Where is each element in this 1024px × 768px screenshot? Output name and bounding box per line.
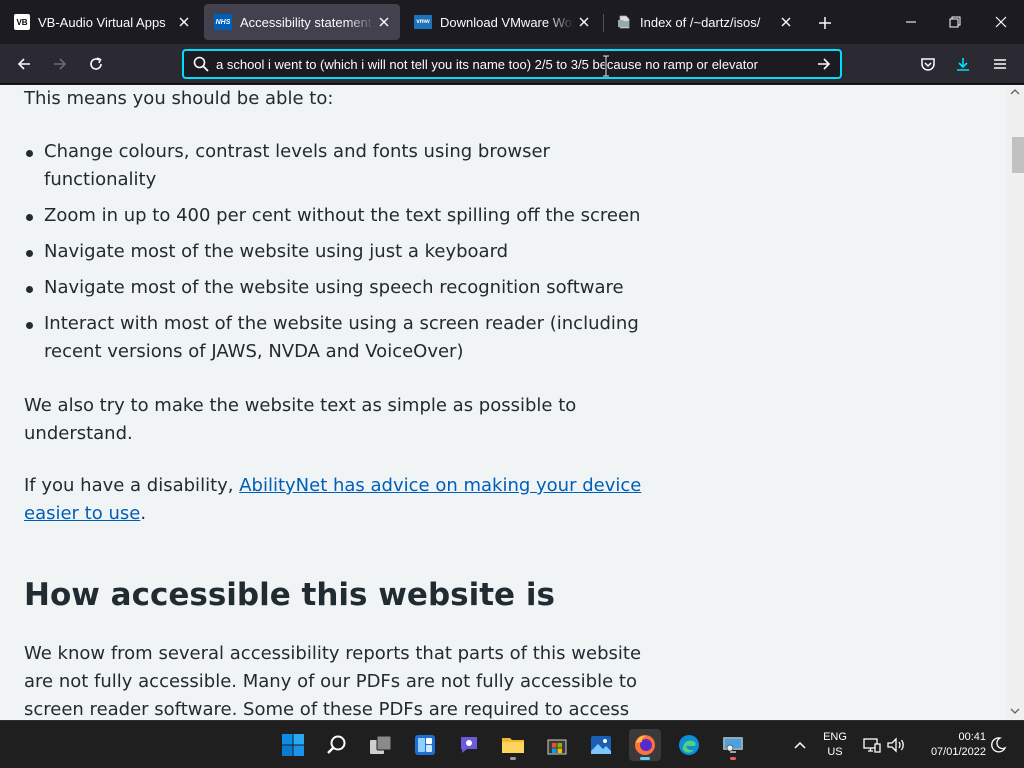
tab-strip: VB VB-Audio Virtual Apps NHS Accessibili… — [0, 0, 1024, 44]
close-icon[interactable] — [574, 12, 594, 32]
tab-title: Index of /~dartz/isos/ — [640, 14, 761, 30]
close-window-button[interactable] — [986, 8, 1016, 36]
vmware-icon: vmw — [414, 15, 432, 29]
arrow-right-icon — [54, 58, 67, 70]
search-icon — [193, 56, 209, 72]
download-icon — [957, 58, 969, 71]
disability-paragraph: If you have a disability, AbilityNet has… — [24, 472, 644, 528]
file-explorer-button[interactable] — [497, 729, 529, 761]
list-item: Change colours, contrast levels and font… — [24, 138, 644, 194]
disability-suffix: . — [140, 503, 147, 524]
focus-assist-moon-icon[interactable] — [988, 735, 1008, 755]
disability-prefix: If you have a disability, — [24, 475, 240, 496]
system-clock[interactable]: 00:41 07/01/2022 — [912, 730, 986, 760]
simple-text-paragraph: We also try to make the website text as … — [24, 395, 577, 444]
chat-button[interactable] — [453, 729, 485, 761]
clock-time: 00:41 — [958, 731, 986, 743]
known-issues-paragraph: We know from several accessibility repor… — [24, 643, 642, 720]
photos-icon — [591, 736, 611, 754]
vertical-scrollbar[interactable] — [1006, 85, 1024, 720]
file-explorer-icon — [502, 738, 524, 753]
firefox-button[interactable] — [629, 729, 661, 761]
list-item: Zoom in up to 400 per cent without the t… — [24, 202, 644, 230]
tab-title: Download VMware Workstation — [440, 14, 574, 30]
intro-text: This means you should be able to: — [24, 88, 334, 109]
search-button[interactable] — [321, 729, 353, 761]
arrow-right-icon — [818, 58, 831, 70]
network-icon[interactable] — [862, 735, 882, 755]
section-heading: How accessible this website is — [24, 577, 555, 613]
pocket-icon — [921, 58, 935, 71]
chevron-up-icon[interactable] — [790, 735, 810, 755]
forward-button[interactable] — [47, 52, 73, 76]
tab-title: VB-Audio Virtual Apps — [38, 14, 166, 30]
capability-list: Change colours, contrast levels and font… — [24, 138, 644, 374]
url-bar[interactable]: a school i went to (which i will not tel… — [182, 49, 842, 79]
scroll-down-arrow-icon[interactable] — [1010, 708, 1020, 714]
arrow-left-icon — [17, 58, 30, 70]
remote-desktop-icon — [723, 737, 743, 753]
tab-vmware-download[interactable]: vmw Download VMware Workstation — [404, 4, 600, 40]
tab-vb-audio[interactable]: VB VB-Audio Virtual Apps — [4, 4, 200, 40]
restore-button[interactable] — [940, 8, 970, 36]
clock-date: 07/01/2022 — [930, 746, 986, 758]
close-icon[interactable] — [776, 12, 796, 32]
start-button[interactable] — [277, 729, 309, 761]
store-icon — [547, 739, 567, 755]
tab-index-of-isos[interactable]: Index of /~dartz/isos/ — [606, 4, 802, 40]
running-indicator — [730, 757, 736, 760]
input-language-indicator[interactable]: ENG US — [818, 730, 852, 760]
tab-separator — [603, 14, 604, 32]
downloads-button[interactable] — [950, 52, 976, 76]
close-icon[interactable] — [374, 12, 394, 32]
minimize-icon — [906, 21, 916, 23]
new-tab-button[interactable] — [814, 12, 836, 34]
scrollbar-thumb[interactable] — [1012, 137, 1024, 173]
pocket-button[interactable] — [915, 52, 941, 76]
reload-button[interactable] — [83, 52, 109, 76]
list-item: Interact with most of the website using … — [24, 310, 644, 366]
close-icon — [995, 16, 1007, 28]
scroll-up-arrow-icon[interactable] — [1010, 89, 1020, 95]
chat-icon — [461, 737, 477, 753]
task-view-icon — [370, 735, 392, 754]
photos-button[interactable] — [585, 729, 617, 761]
windows-taskbar: ENG US 00:41 07/01/2022 — [0, 720, 1024, 768]
back-button[interactable] — [11, 52, 37, 76]
list-item: Navigate most of the website using just … — [24, 238, 644, 266]
reload-icon — [90, 57, 102, 70]
keyboard-layout: US — [827, 746, 843, 758]
language-code: ENG — [823, 731, 847, 743]
running-indicator — [510, 757, 516, 760]
edge-icon — [679, 735, 699, 755]
tab-title: Accessibility statement - NHS — [240, 14, 374, 30]
navigation-toolbar: a school i went to (which i will not tel… — [0, 44, 1024, 84]
edge-button[interactable] — [673, 729, 705, 761]
active-indicator — [640, 757, 650, 760]
list-item: Navigate most of the website using speec… — [24, 274, 644, 302]
store-button[interactable] — [541, 729, 573, 761]
url-input[interactable]: a school i went to (which i will not tel… — [216, 57, 812, 72]
remote-desktop-button[interactable] — [717, 729, 749, 761]
nhs-icon: NHS — [214, 14, 232, 30]
go-button[interactable] — [812, 52, 836, 76]
widgets-button[interactable] — [409, 729, 441, 761]
minimize-button[interactable] — [896, 8, 926, 36]
widgets-icon — [415, 735, 435, 755]
hamburger-menu-icon — [994, 59, 1006, 69]
search-icon — [327, 735, 346, 754]
firefox-icon — [635, 735, 655, 755]
close-icon[interactable] — [174, 12, 194, 32]
task-view-button[interactable] — [365, 729, 397, 761]
page-viewport: This means you should be able to: Change… — [0, 85, 1024, 720]
start-icon — [282, 734, 304, 756]
vb-audio-icon: VB — [14, 14, 30, 30]
menu-button[interactable] — [987, 52, 1013, 76]
volume-icon[interactable] — [886, 735, 906, 755]
text-cursor-icon — [603, 55, 609, 77]
tab-accessibility-statement[interactable]: NHS Accessibility statement - NHS — [204, 4, 400, 40]
folder-file-icon — [616, 14, 632, 30]
restore-icon — [949, 16, 961, 28]
plus-icon — [819, 17, 831, 29]
